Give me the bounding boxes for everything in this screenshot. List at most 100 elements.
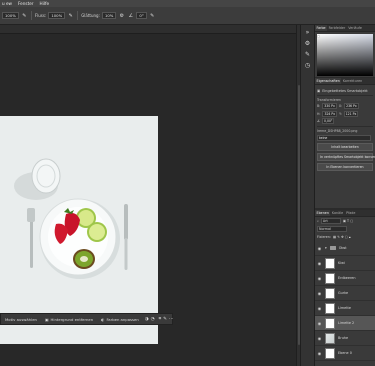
adjust-colors-button[interactable]: ◐ Farben anpassen xyxy=(99,315,141,323)
gear-icon[interactable]: ⚙ xyxy=(118,12,125,19)
convert-layers-button[interactable]: In Ebenen konvertieren xyxy=(317,162,373,171)
opacity-field[interactable]: 100% xyxy=(2,12,19,19)
visibility-eye-icon[interactable]: ◉ xyxy=(317,246,322,251)
edit-contents-button[interactable]: Inhalt bearbeiten xyxy=(317,142,373,151)
edit-icon[interactable]: ✎ xyxy=(163,315,167,323)
menu-item-help[interactable]: Hilfe xyxy=(40,1,50,6)
convert-linked-button[interactable]: In verknüpftes Smartobjekt konvertieren xyxy=(317,152,375,161)
angle-icon: ∠ xyxy=(128,12,134,19)
transform-row-3: ∠ 0,00° xyxy=(317,118,373,124)
file-name: Ireme_DSHP88_2000.png xyxy=(317,129,358,133)
layer-row[interactable]: ◉ Gurke xyxy=(315,286,375,301)
layer-row-selected[interactable]: ◉ Limette 2 xyxy=(315,316,375,331)
layer-row-group[interactable]: ◉ ▾ Obst xyxy=(315,241,375,256)
select-subject-button[interactable]: Motiv auswählen xyxy=(3,315,39,323)
flow-field[interactable]: 100% xyxy=(48,12,66,19)
lock-row: Fixieren: ▦ ✎ ✥ ▢ 🔒︎ xyxy=(315,233,375,241)
smoothing-label: Glättung: xyxy=(81,13,100,18)
adjustment-icon[interactable]: ◔ xyxy=(151,315,155,323)
filter-icons[interactable]: ▣ T ▢ xyxy=(343,219,353,223)
lock-label: Fixieren: xyxy=(317,235,331,239)
layers-panel: Ebenen Kanäle Pfade ⌕ Art ▣ T ▢ Normal F… xyxy=(315,210,375,366)
x-label: X: xyxy=(338,104,343,108)
tab-gradients[interactable]: Verläufe xyxy=(347,25,364,31)
menu-bar: u ew Fenster Hilfe xyxy=(0,0,375,7)
tab-adjustments[interactable]: Korrekturen xyxy=(341,78,363,84)
angle-field[interactable]: 0,00° xyxy=(322,118,335,124)
layer-comp-row: keine xyxy=(317,134,373,141)
layer-thumbnail xyxy=(325,302,335,314)
layer-thumbnail xyxy=(325,347,335,359)
options-bar: 100% ✎ Fluss: 100% ✎ Glättung: 10% ⚙ ∠ 0… xyxy=(0,7,375,25)
pressure-size-icon[interactable]: ✎ xyxy=(149,12,156,19)
layer-name: Limette xyxy=(338,306,351,310)
remove-background-button[interactable]: ▣ Hintergrund entfernen xyxy=(43,315,95,323)
remove-bg-icon: ▣ xyxy=(44,316,49,322)
menu-item-view[interactable]: u ew xyxy=(2,1,12,6)
visibility-eye-icon[interactable]: ◉ xyxy=(317,276,322,281)
smoothing-field[interactable]: 10% xyxy=(101,12,117,19)
color-swatch[interactable] xyxy=(317,35,320,38)
transform-heading: Transformieren xyxy=(317,97,341,102)
visibility-eye-icon[interactable]: ◉ xyxy=(317,321,322,326)
color-field[interactable] xyxy=(317,34,373,76)
select-subject-label: Motiv auswählen xyxy=(5,316,37,322)
contextual-task-bar: Motiv auswählen ▣ Hintergrund entfernen … xyxy=(0,313,173,325)
food-image xyxy=(0,116,158,344)
tab-channels[interactable]: Kanäle xyxy=(330,210,344,216)
visibility-eye-icon[interactable]: ◉ xyxy=(317,336,322,341)
layer-thumbnail xyxy=(325,332,335,344)
layer-comp-select[interactable]: keine xyxy=(317,134,371,141)
more-icon[interactable]: ⋯ xyxy=(169,315,174,323)
visibility-eye-icon[interactable]: ◉ xyxy=(317,306,322,311)
visibility-eye-icon[interactable]: ◉ xyxy=(317,261,322,266)
color-panel: Farbe Farbfelder Verläufe xyxy=(315,25,375,77)
airbrush-icon[interactable]: ✎ xyxy=(67,12,74,19)
flow-label: Fluss: xyxy=(34,13,47,18)
history-icon[interactable]: ◷ xyxy=(304,61,312,69)
crop-icon[interactable]: ⌗ xyxy=(159,315,162,323)
angle-field[interactable]: 0° xyxy=(136,12,147,19)
height-field[interactable]: 324 Px xyxy=(322,110,338,117)
layer-row[interactable]: ◉ Bruhe xyxy=(315,331,375,346)
y-field[interactable]: 121 Px xyxy=(343,110,359,117)
layer-thumbnail xyxy=(325,272,335,284)
tab-swatches[interactable]: Farbfelder xyxy=(327,25,347,31)
brushes-icon[interactable]: ✎ xyxy=(304,50,312,58)
brush-settings-icon[interactable]: ⚙ xyxy=(304,39,312,47)
blend-mode-select[interactable]: Normal xyxy=(317,226,347,232)
document-canvas[interactable] xyxy=(0,116,158,344)
menu-item-window[interactable]: Fenster xyxy=(18,1,34,6)
visibility-eye-icon[interactable]: ◉ xyxy=(317,351,322,356)
x-field[interactable]: 236 Px xyxy=(344,103,359,109)
divider xyxy=(77,11,79,20)
tab-paths[interactable]: Pfade xyxy=(345,210,357,216)
tab-color[interactable]: Farbe xyxy=(315,25,328,31)
layer-filter-select[interactable]: Art xyxy=(320,218,341,224)
divider xyxy=(30,11,32,20)
layer-row[interactable]: ◉ Erdbeeren xyxy=(315,271,375,286)
visibility-eye-icon[interactable]: ◉ xyxy=(317,291,322,296)
layer-row[interactable]: ◉ Limette xyxy=(315,301,375,316)
layer-name: Gurke xyxy=(338,291,349,295)
layer-name: Bruhe xyxy=(338,336,349,340)
smartobject-type-row: ▣ Eingebettetes Smartobjekt xyxy=(317,89,373,93)
layer-row[interactable]: ◉ Ebene 0 xyxy=(315,346,375,361)
transform-row-1: B: 330 Px X: 236 Px xyxy=(317,103,373,109)
remove-bg-label: Hintergrund entfernen xyxy=(50,316,94,322)
height-label: H: xyxy=(317,111,321,116)
lock-icons[interactable]: ▦ ✎ ✥ ▢ 🔒︎ xyxy=(333,235,351,239)
mask-icon[interactable]: ◑ xyxy=(145,315,149,323)
tab-layers[interactable]: Ebenen xyxy=(315,210,331,216)
pressure-opacity-icon[interactable]: ✎ xyxy=(21,12,28,19)
layer-row[interactable]: ◉ Kiwi xyxy=(315,256,375,271)
chevron-down-icon[interactable]: ▾ xyxy=(325,246,327,250)
blend-mode-row: Normal xyxy=(315,225,375,233)
tab-properties[interactable]: Eigenschaften xyxy=(315,78,342,84)
expand-icon[interactable]: » xyxy=(304,28,312,36)
document-tab-strip xyxy=(0,25,296,34)
canvas-area[interactable]: Motiv auswählen ▣ Hintergrund entfernen … xyxy=(0,34,296,366)
width-field[interactable]: 330 Px xyxy=(322,103,337,109)
width-label: B: xyxy=(317,104,321,108)
layers-tabs: Ebenen Kanäle Pfade xyxy=(315,210,375,217)
